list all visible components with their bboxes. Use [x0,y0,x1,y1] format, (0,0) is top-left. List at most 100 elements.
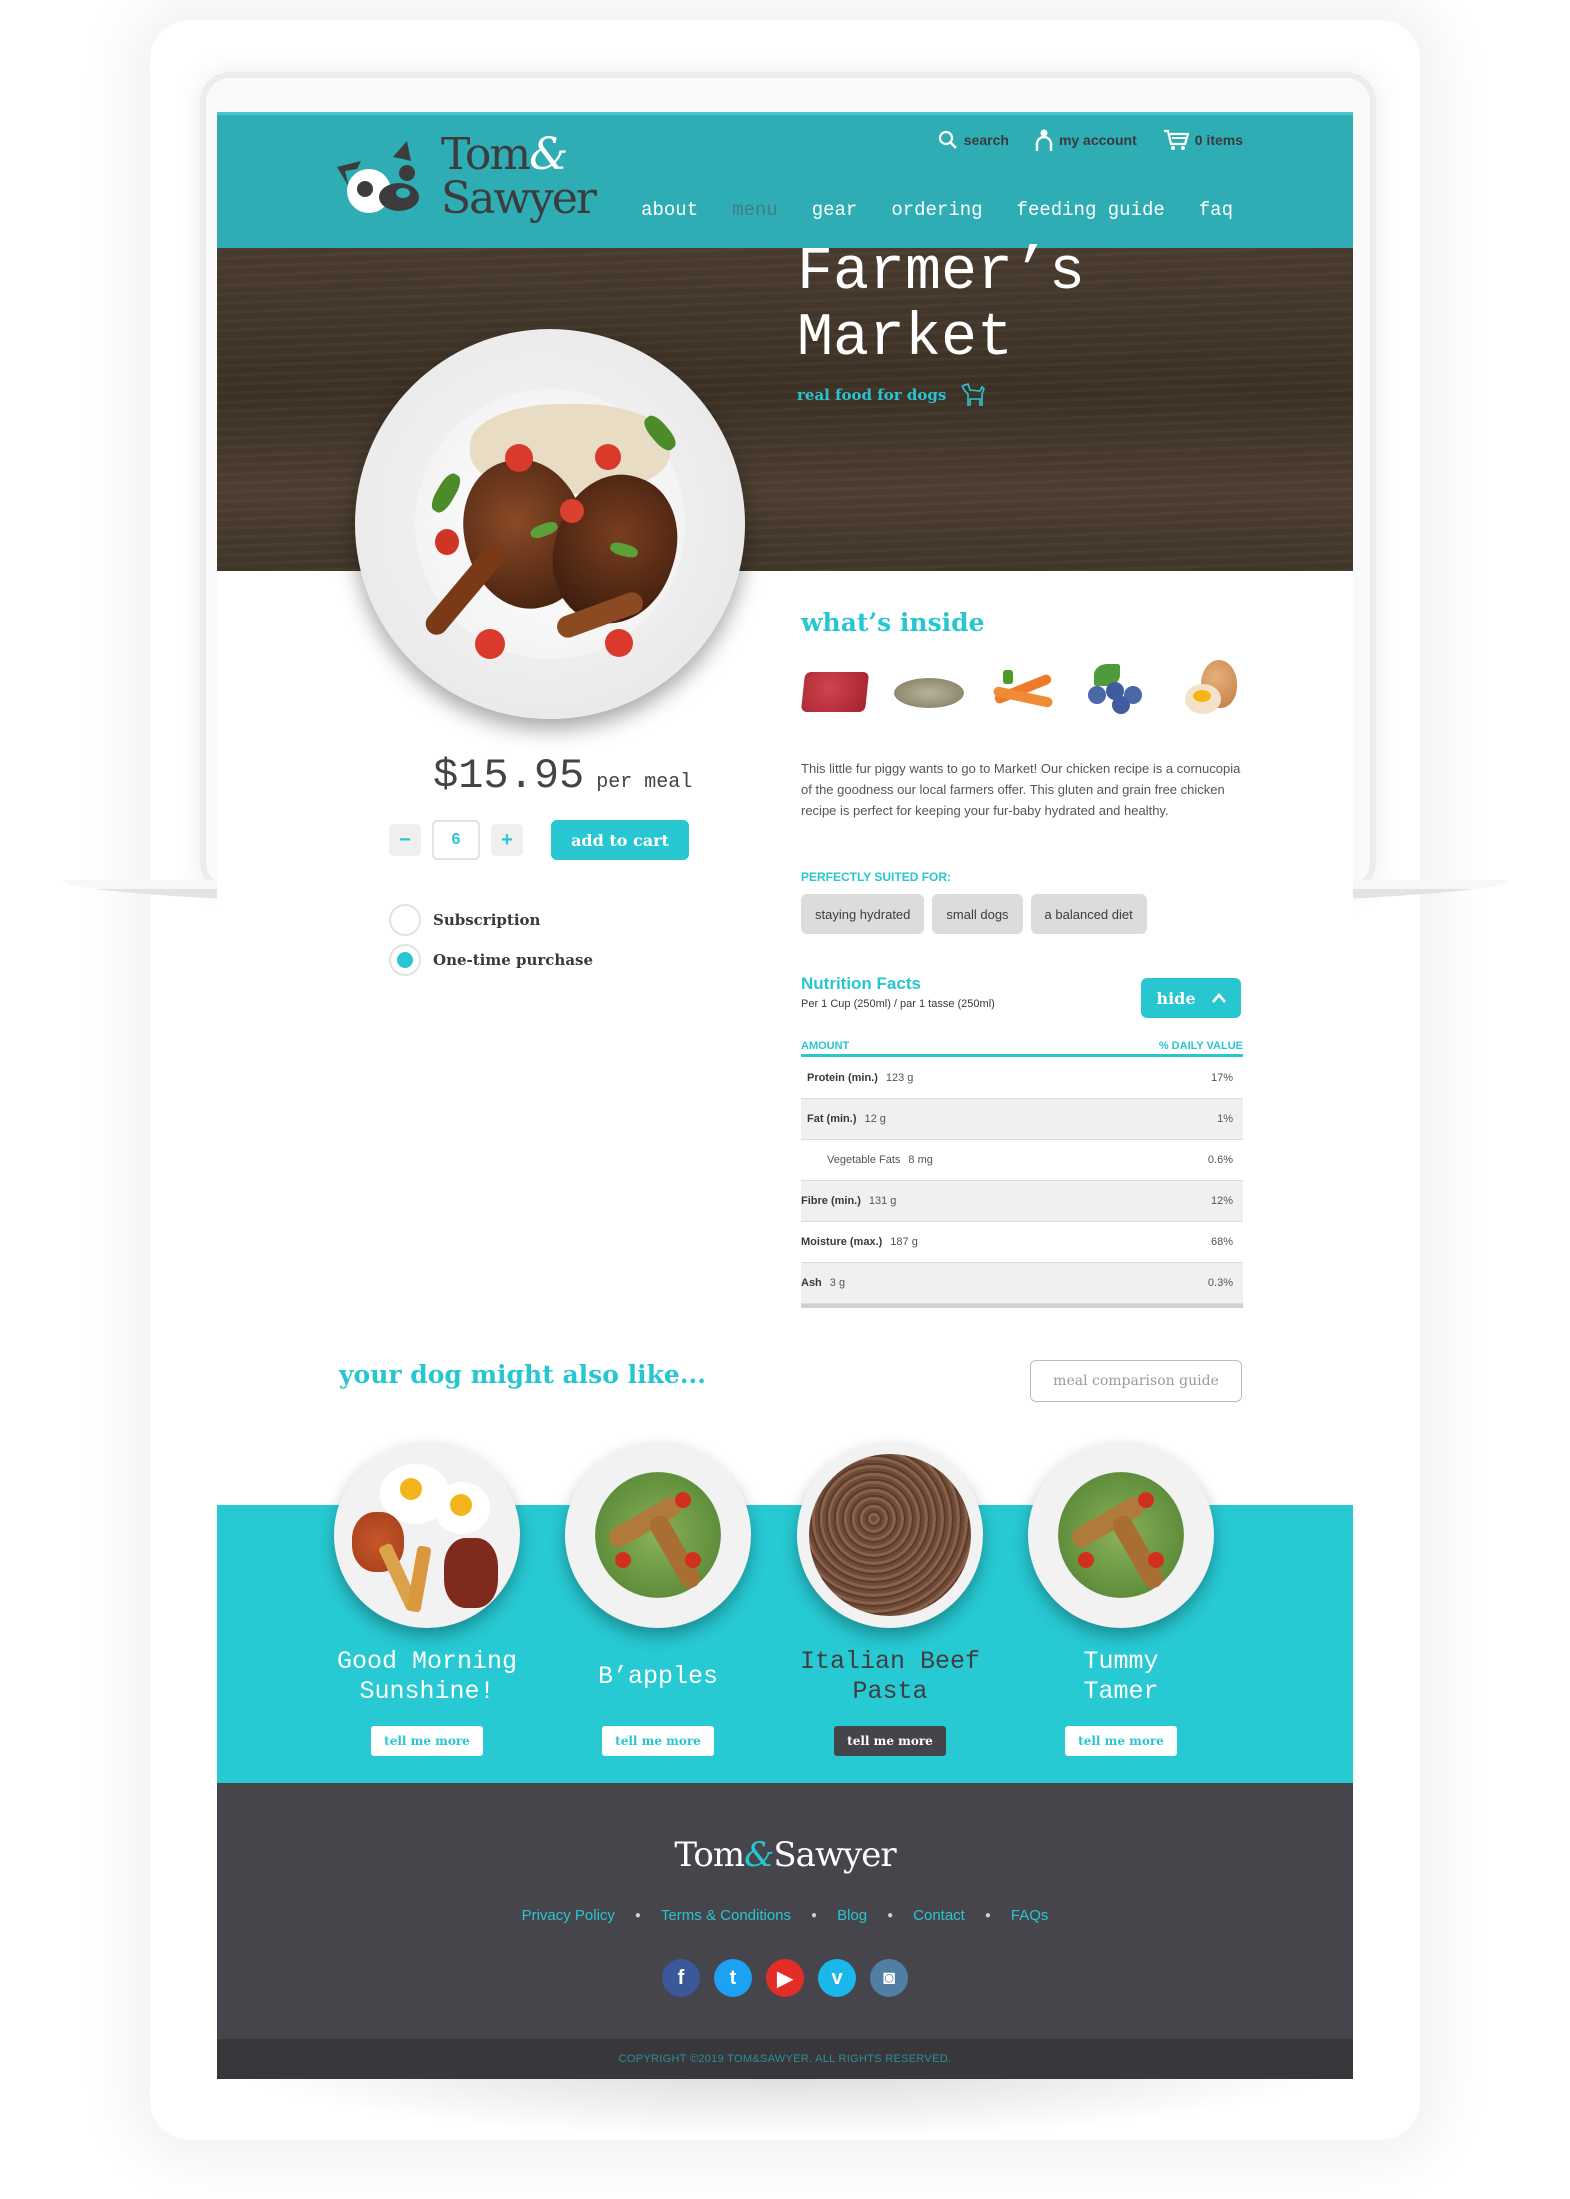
nutrient-name: Fat (min.) [807,1113,857,1125]
whats-inside-title: what’s inside [801,608,985,637]
nutrition-row: Protein (min.) 123 g 17% [801,1058,1243,1099]
nutrient-name: Vegetable Fats [827,1154,901,1166]
tell-me-more-button[interactable]: tell me more [1065,1726,1177,1756]
nutrition-row: Fat (min.) 12 g 1% [801,1099,1243,1140]
youtube-icon[interactable]: ▶ [766,1959,804,1997]
footer-logo[interactable]: Tom&Sawyer [217,1835,1353,1875]
nutrient-amount: 123 g [885,1072,914,1084]
separator-dot: ● [887,1910,894,1921]
nav-gear[interactable]: gear [812,199,858,221]
nutrient-name: Ash [801,1277,822,1289]
nutrient-amount: 131 g [868,1195,897,1207]
product-image [355,329,745,719]
site-footer: Tom&Sawyer Privacy Policy ● Terms & Cond… [217,1783,1353,2039]
add-to-cart-button[interactable]: add to cart [551,820,689,860]
meal-card-italian-beef-pasta[interactable]: Italian Beef Pasta tell me more [774,1442,1006,1756]
suited-tag: a balanced diet [1030,894,1147,934]
nav-menu[interactable]: menu [732,199,778,221]
nutrient-daily-value: 17% [1210,1072,1233,1084]
also-like-title: your dog might also like... [339,1360,706,1389]
web-page: Tom& Sawyer search my account 0 items ab… [217,112,1353,2079]
meal-card-bapples[interactable]: B’apples tell me more [542,1442,774,1756]
search-link[interactable]: search [938,130,1009,150]
hide-label: hide [1156,988,1196,1008]
tell-me-more-button[interactable]: tell me more [602,1726,714,1756]
meal-comparison-guide-button[interactable]: meal comparison guide [1030,1360,1242,1402]
ingredient-oats-image [894,660,964,716]
footer-link-terms[interactable]: Terms & Conditions [661,1907,791,1924]
logo-word-sawyer: Sawyer [441,173,597,224]
search-icon [938,130,957,149]
suited-tag: small dogs [932,894,1023,934]
product-title-line2: Market [797,305,1014,373]
nutrient-amount: 3 g [829,1277,846,1289]
product-tagline: real food for dogs [797,382,986,408]
main-nav: about menu gear ordering feeding guide f… [641,199,1233,221]
subscription-label: Subscription [433,911,541,929]
footer-link-privacy-policy[interactable]: Privacy Policy [522,1907,615,1924]
subscription-radio[interactable] [389,904,421,936]
cart-icon [1163,129,1189,150]
price-unit: per meal [596,771,693,794]
ingredient-egg-image [1173,660,1243,716]
my-account-link[interactable]: my account [1035,129,1137,151]
quantity-increase-button[interactable]: + [491,824,523,856]
tagline-text: real food for dogs [797,386,947,404]
nutrient-daily-value: 0.6% [1207,1154,1233,1166]
quantity-row: − 6 + add to cart [389,820,689,860]
price-row: $15.95 per meal [433,752,692,800]
quantity-input[interactable]: 6 [432,820,480,860]
nutrient-amount: 187 g [890,1236,918,1248]
copyright-text: COPYRIGHT ©2019 TOM&SAWYER. ALL RIGHTS R… [618,2053,952,2065]
ingredient-blueberries-image [1080,660,1150,716]
separator-dot: ● [634,1910,641,1921]
footer-link-contact[interactable]: Contact [913,1907,965,1924]
instagram-icon[interactable]: ◙ [870,1959,908,1997]
logo[interactable]: Tom& Sawyer [335,133,597,224]
one-time-purchase-radio[interactable] [389,944,421,976]
account-label: my account [1058,132,1137,148]
meal-image [565,1442,751,1628]
suited-tag: staying hydrated [801,894,925,934]
cart-count-label: 0 items [1194,132,1243,148]
product-description: This little fur piggy wants to go to Mar… [801,761,1241,818]
utility-nav: search my account 0 items [938,129,1243,151]
meal-image [1028,1442,1214,1628]
amount-column-header: AMOUNT [801,1040,850,1052]
daily-value-column-header: % DAILY VALUE [1158,1040,1243,1052]
nutrition-row: Fibre (min.) 131 g 12% [801,1181,1243,1222]
one-time-purchase-option[interactable]: One-time purchase [389,940,593,980]
hide-nutrition-button[interactable]: hide [1141,978,1241,1018]
nav-faq[interactable]: faq [1199,199,1233,221]
nav-ordering[interactable]: ordering [891,199,982,221]
nav-about[interactable]: about [641,199,698,221]
footer-link-blog[interactable]: Blog [837,1907,867,1924]
nutrition-row: Ash 3 g 0.3% [801,1263,1243,1304]
nutrition-table-header: AMOUNT % DAILY VALUE [801,1040,1243,1057]
chevron-up-icon [1211,993,1226,1003]
account-icon [1035,129,1053,151]
cart-link[interactable]: 0 items [1163,129,1243,151]
one-time-purchase-label: One-time purchase [433,951,594,969]
nutrition-row: Vegetable Fats 8 mg 0.6% [801,1140,1243,1181]
vimeo-icon[interactable]: v [818,1959,856,1997]
twitter-icon[interactable]: t [714,1959,752,1997]
nav-feeding-guide[interactable]: feeding guide [1017,199,1165,221]
meal-image [334,1442,520,1628]
dog-face-logo-icon [337,141,419,213]
facebook-icon[interactable]: f [662,1959,700,1997]
ingredient-carrots-image [987,660,1057,716]
quantity-decrease-button[interactable]: − [389,824,421,856]
tell-me-more-button[interactable]: tell me more [371,1726,483,1756]
separator-dot: ● [811,1910,818,1921]
meal-card-good-morning-sunshine[interactable]: Good Morning Sunshine! tell me more [311,1442,543,1756]
meal-card-tummy-tamer[interactable]: Tummy Tamer tell me more [1005,1442,1237,1756]
footer-link-faqs[interactable]: FAQs [1011,1907,1049,1924]
product-title: Farmer’s Market [797,240,1085,372]
social-links: f t ▶ v ◙ [217,1959,1353,1997]
suited-for-label: PERFECTLY SUITED FOR: [801,870,952,884]
price: $15.95 [433,752,585,800]
tell-me-more-button[interactable]: tell me more [834,1726,946,1756]
product-title-line1: Farmer’s [797,239,1086,307]
subscription-option[interactable]: Subscription [389,900,593,940]
